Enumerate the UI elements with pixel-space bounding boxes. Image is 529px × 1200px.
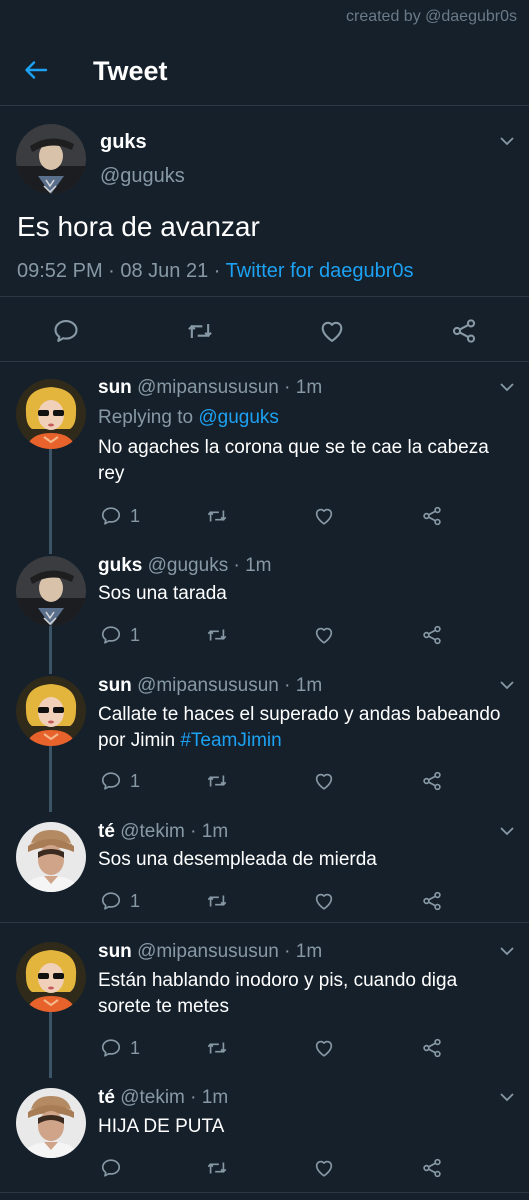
thread-line — [49, 448, 52, 554]
reply-icon[interactable] — [100, 505, 122, 527]
reply-header: sun @mipansususun · 1m — [98, 377, 322, 399]
reply-icon[interactable] — [100, 770, 122, 792]
avatar[interactable] — [16, 676, 86, 746]
tweet-time: 09:52 PM · 08 Jun 21 · — [17, 260, 226, 282]
reply-count: 1 — [130, 625, 141, 645]
divider — [0, 922, 529, 923]
chevron-down-icon[interactable] — [497, 941, 517, 961]
reply-actions: 1 — [98, 624, 518, 648]
reply-icon[interactable] — [52, 317, 80, 345]
like-icon[interactable] — [313, 890, 335, 912]
thread-line — [49, 1012, 52, 1078]
tweet-actions — [0, 296, 529, 362]
reply-count: 1 — [130, 771, 141, 791]
tweet-meta: 09:52 PM · 08 Jun 21 · Twitter for daegu… — [17, 260, 414, 283]
chevron-down-icon[interactable] — [497, 675, 517, 695]
like-icon[interactable] — [313, 624, 335, 646]
reply-author-handle[interactable]: @guguks · 1m — [148, 555, 272, 576]
replying-to: Replying to @guguks — [98, 407, 279, 429]
reply-icon[interactable] — [100, 624, 122, 646]
chevron-down-icon[interactable] — [497, 377, 517, 397]
retweet-icon[interactable] — [186, 317, 214, 345]
retweet-icon[interactable] — [206, 1037, 228, 1059]
like-icon[interactable] — [318, 317, 346, 345]
reply-actions: 1 — [98, 505, 518, 529]
reply-actions: 1 — [98, 1037, 518, 1061]
reply-header: sun @mipansususun · 1m — [98, 941, 322, 963]
reply-header: guks @guguks · 1m — [98, 555, 271, 577]
reply-actions — [98, 1157, 518, 1181]
reply-author-name[interactable]: té — [98, 821, 115, 842]
share-icon[interactable] — [421, 505, 443, 527]
reply-author-handle[interactable]: @mipansususun · 1m — [137, 675, 322, 696]
share-icon[interactable] — [421, 1037, 443, 1059]
share-icon[interactable] — [421, 770, 443, 792]
like-icon[interactable] — [313, 1157, 335, 1179]
tweet-source-link[interactable]: Twitter for daegubr0s — [226, 260, 414, 282]
back-arrow-icon[interactable] — [22, 56, 50, 84]
hashtag-link[interactable]: #TeamJimin — [180, 730, 281, 751]
like-icon[interactable] — [313, 505, 335, 527]
retweet-icon[interactable] — [206, 770, 228, 792]
reply-icon[interactable] — [100, 1037, 122, 1059]
divider — [0, 1192, 529, 1193]
reply-actions: 1 — [98, 890, 518, 914]
reply-author-handle[interactable]: @tekim · 1m — [120, 821, 228, 842]
reply-text: Callate te haces el superado y andas bab… — [98, 702, 508, 754]
reply-count: 1 — [130, 506, 141, 526]
retweet-icon[interactable] — [206, 624, 228, 646]
replying-to-link[interactable]: @guguks — [198, 407, 279, 428]
avatar[interactable] — [16, 379, 86, 449]
chevron-down-icon[interactable] — [497, 131, 517, 151]
retweet-icon[interactable] — [206, 505, 228, 527]
reply-author-handle[interactable]: @mipansususun · 1m — [137, 377, 322, 398]
reply-author-name[interactable]: sun — [98, 675, 132, 696]
reply-text: Sos una tarada — [98, 583, 227, 604]
reply-header: sun @mipansususun · 1m — [98, 675, 322, 697]
share-icon[interactable] — [421, 890, 443, 912]
avatar[interactable] — [16, 124, 86, 194]
author-name[interactable]: guks — [100, 131, 147, 154]
avatar[interactable] — [16, 942, 86, 1012]
reply-count: 1 — [130, 891, 141, 911]
reply-text-main: Callate te haces el superado y andas bab… — [98, 704, 501, 751]
watermark: created by @daegubr0s — [345, 8, 517, 25]
tweet-text: Es hora de avanzar — [17, 211, 260, 242]
reply-text: HIJA DE PUTA — [98, 1116, 225, 1137]
share-icon[interactable] — [421, 624, 443, 646]
reply-actions: 1 — [98, 770, 518, 794]
reply-author-name[interactable]: sun — [98, 377, 132, 398]
reply-text: No agaches la corona que se te cae la ca… — [98, 437, 489, 484]
reply-header: té @tekim · 1m — [98, 821, 228, 843]
avatar[interactable] — [16, 822, 86, 892]
share-icon[interactable] — [421, 1157, 443, 1179]
avatar[interactable] — [16, 1088, 86, 1158]
author-handle[interactable]: @guguks — [100, 165, 185, 188]
reply-count: 1 — [130, 1038, 141, 1058]
share-icon[interactable] — [450, 317, 478, 345]
chevron-down-icon[interactable] — [497, 1087, 517, 1107]
reply-author-handle[interactable]: @tekim · 1m — [120, 1087, 228, 1108]
thread-line — [49, 746, 52, 812]
page-title: Tweet — [93, 56, 168, 86]
reply-icon[interactable] — [100, 890, 122, 912]
replying-to-prefix: Replying to — [98, 407, 199, 428]
avatar[interactable] — [16, 556, 86, 626]
like-icon[interactable] — [313, 770, 335, 792]
top-bar: Tweet — [0, 34, 529, 106]
reply-author-name[interactable]: sun — [98, 941, 132, 962]
reply-author-name[interactable]: té — [98, 1087, 115, 1108]
reply-header: té @tekim · 1m — [98, 1087, 228, 1109]
reply-author-handle[interactable]: @mipansususun · 1m — [137, 941, 322, 962]
chevron-down-icon[interactable] — [497, 821, 517, 841]
retweet-icon[interactable] — [206, 1157, 228, 1179]
retweet-icon[interactable] — [206, 890, 228, 912]
like-icon[interactable] — [313, 1037, 335, 1059]
reply-icon[interactable] — [100, 1157, 122, 1179]
reply-author-name[interactable]: guks — [98, 555, 142, 576]
thread-line — [49, 626, 52, 674]
reply-text: Están hablando inodoro y pis, cuando dig… — [98, 970, 458, 1017]
reply-text: Sos una desempleada de mierda — [98, 849, 377, 870]
